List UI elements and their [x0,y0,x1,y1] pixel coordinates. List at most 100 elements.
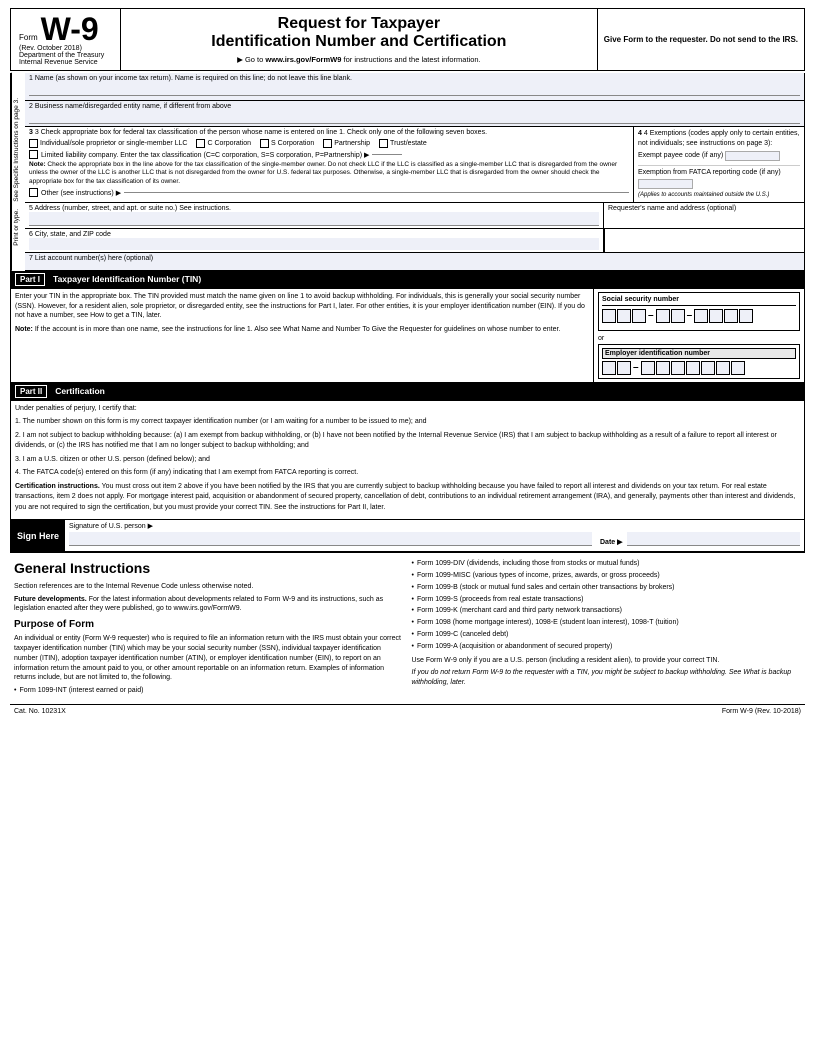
ein-box5[interactable] [671,361,685,375]
general-instructions-heading: General Instructions [14,559,404,579]
bullet5-text: Form 1099-S (proceeds from real estate t… [417,595,584,605]
sign-date: Date ▶ [600,532,800,546]
fatca-input[interactable] [638,179,693,189]
llc-checkbox[interactable] [29,150,38,159]
bullet6: Form 1099-K (merchant card and third par… [412,606,802,616]
part2-header: Part II Certification [11,383,804,401]
row6-input[interactable] [29,238,599,250]
note-bold: Note: [29,161,46,168]
ssn-box5[interactable] [671,309,685,323]
part1-number: Part I [15,273,45,286]
ssn-box2[interactable] [617,309,631,323]
form-label: Form [19,33,38,42]
row3-left: 3 3 Check appropriate box for federal ta… [25,127,634,202]
ein-boxes: – [602,361,796,375]
llc-input[interactable] [372,154,402,155]
ein-box6[interactable] [686,361,700,375]
sign-here-label: Sign Here [11,520,65,551]
part2-under: Under penalties of perjury, I certify th… [15,404,800,415]
partnership-checkbox[interactable] [323,139,332,148]
ssn-box8[interactable] [724,309,738,323]
bullet8: Form 1099-C (canceled debt) [412,630,802,640]
instructions-right: Form 1099-DIV (dividends, including thos… [412,559,802,698]
c-corp-checkbox[interactable] [196,139,205,148]
ein-dash: – [632,362,640,373]
ein-box9[interactable] [731,361,745,375]
part1-text-area: Enter your TIN in the appropriate box. T… [11,289,594,382]
use-w9-text: Use Form W-9 only if you are a U.S. pers… [412,656,802,666]
instructions-left: General Instructions Section references … [14,559,404,698]
row5-input[interactable] [29,212,599,226]
part2-item1: 1. The number shown on this form is my c… [15,417,800,428]
other-input[interactable] [124,192,629,193]
main-form: 1 Name (as shown on your income tax retu… [25,73,804,271]
bullet4: Form 1099-B (stock or mutual fund sales … [412,583,802,593]
bullet2: Form 1099-DIV (dividends, including thos… [412,559,802,569]
ein-box7[interactable] [701,361,715,375]
ein-box2[interactable] [617,361,631,375]
ein-box4[interactable] [656,361,670,375]
fatca-label: Exemption from FATCA reporting code (if … [638,168,800,178]
signature-input[interactable] [69,532,592,546]
sidebar-see: See Specific Instructions on page 3. [13,98,20,202]
ein-box8[interactable] [716,361,730,375]
trust-checkbox[interactable] [379,139,388,148]
exempt-payee-input[interactable] [725,151,780,161]
bullet3-text: Form 1099-MISC (various types of income,… [417,571,660,581]
irs-url: ▶ Go to www.irs.gov/FormW9 for instructi… [125,55,593,64]
form-number: W-9 [41,13,99,45]
bullet4-text: Form 1099-B (stock or mutual fund sales … [417,583,675,593]
ssn-box1[interactable] [602,309,616,323]
ssn-box3[interactable] [632,309,646,323]
exemptions-section: 4 4 Exemptions (codes apply only to cert… [638,129,800,200]
part1-tin: Social security number – – [594,289,804,382]
signature-area: Signature of U.S. person ▶ [69,522,592,546]
ssn-box4[interactable] [656,309,670,323]
future-bold: Future developments. [14,596,87,603]
note-text: Note: Check the appropriate box in the l… [29,161,629,186]
url-instruction: ▶ Go to [237,55,263,64]
individual-checkbox[interactable] [29,139,38,148]
part1-paragraph: Enter your TIN in the appropriate box. T… [15,292,589,321]
row1-input[interactable] [29,82,800,96]
ssn-box6[interactable] [694,309,708,323]
part2-item4: 4. The FATCA code(s) entered on this for… [15,468,800,479]
ssn-box9[interactable] [739,309,753,323]
row3-wrapper: 3 3 Check appropriate box for federal ta… [25,127,804,203]
part1-note-text: If the account is in more than one name,… [35,326,561,333]
trust-label: Trust/estate [390,140,427,147]
row7-label: 7 List account number(s) here (optional) [29,255,153,262]
s-corp-label: S Corporation [271,140,314,147]
form-with-sidebar: Print or type. See Specific Instructions… [11,73,804,271]
form-header: Form W-9 (Rev. October 2018) Department … [10,8,805,71]
sign-section: Sign Here Signature of U.S. person ▶ Dat… [11,520,804,552]
requester-address-area[interactable] [604,229,804,252]
bullet5: Form 1099-S (proceeds from real estate t… [412,595,802,605]
ein-box3[interactable] [641,361,655,375]
ein-box1[interactable] [602,361,616,375]
main-title: Request for Taxpayer [125,15,593,33]
individual-checkbox-item: Individual/sole proprietor or single-mem… [29,139,187,148]
part1-header: Part I Taxpayer Identification Number (T… [11,271,804,289]
give-form-text: Give Form to the requester. Do not send … [604,35,798,44]
date-input[interactable] [627,532,800,546]
sign-here-text: Sign Here [17,531,59,541]
s-corp-checkbox[interactable] [260,139,269,148]
form-title-block: Form W-9 [19,13,112,45]
row2-input[interactable] [29,110,800,124]
partnership-checkbox-item: Partnership [323,139,370,148]
intro-text: Section references are to the Internal R… [14,582,404,592]
ssn-section: Social security number – – [598,292,800,331]
cert-instructions-text: You must cross out item 2 above if you h… [15,483,795,511]
row6-wrapper: 6 City, state, and ZIP code [25,229,804,253]
form-body: Print or type. See Specific Instructions… [10,73,805,553]
bullet1: Form 1099-INT (interest earned or paid) [14,686,404,696]
ein-section: Employer identification number – [598,344,800,379]
row6-label: 6 City, state, and ZIP code [29,231,599,238]
url-suffix: for instructions and the latest informat… [343,55,480,64]
other-checkbox[interactable] [29,188,38,197]
fatca-section: Exemption from FATCA reporting code (if … [638,165,800,200]
italic-note: If you do not return Form W-9 to the req… [412,668,802,688]
ssn-dash1: – [647,310,655,321]
ssn-box7[interactable] [709,309,723,323]
